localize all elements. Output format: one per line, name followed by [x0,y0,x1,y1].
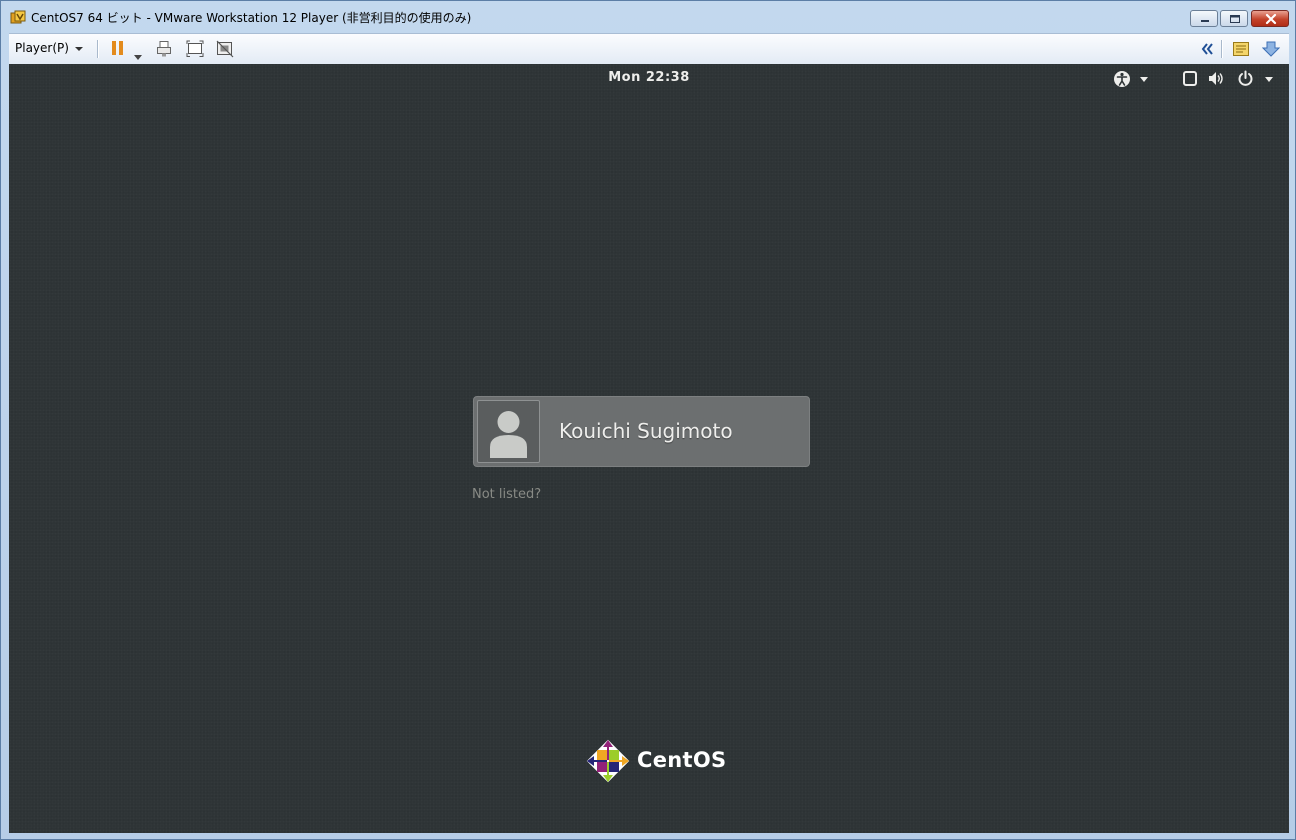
guest-screen[interactable]: Mon 22:38 Kouichi Sugimoto Not listed? C… [9,64,1289,833]
toolbar-separator [97,40,98,58]
maximize-icon [1230,15,1240,23]
window-icon [1183,71,1197,86]
vmware-player-icon [10,10,26,26]
collapse-toolbar-button[interactable] [1201,41,1215,60]
pause-icon [112,41,123,55]
centos-logo-icon [586,739,630,783]
download-arrow-icon [1261,41,1281,57]
send-ctrl-alt-del-button[interactable] [156,40,174,62]
close-button[interactable] [1251,10,1289,27]
player-toolbar: Player(P) [9,33,1289,65]
accessibility-chevron-down-icon [1140,77,1148,82]
accessibility-menu[interactable] [1113,70,1131,92]
power-icon [1238,70,1253,86]
minimize-icon [1201,20,1209,22]
unity-button[interactable] [216,40,234,62]
notes-button[interactable] [1232,40,1250,62]
clock[interactable]: Mon 22:38 [9,70,1289,85]
fit-guest-button[interactable] [186,40,204,62]
collapse-double-chevron-icon [1201,43,1213,55]
volume-indicator[interactable] [1208,71,1225,90]
player-menu[interactable]: Player(P) [15,41,83,55]
chevron-down-icon [134,55,142,60]
gnome-top-bar: Mon 22:38 [9,64,1289,92]
notes-icon [1233,42,1249,56]
brand-name: CentOS [637,748,727,772]
user-name: Kouichi Sugimoto [559,419,733,443]
not-listed-link[interactable]: Not listed? [472,487,541,502]
send-ctrl-alt-del-icon [157,41,171,57]
unity-icon [216,40,234,58]
pause-button[interactable] [110,40,126,60]
window-indicator[interactable] [1183,71,1197,90]
user-list-item[interactable]: Kouichi Sugimoto [473,396,810,467]
vmware-player-window: CentOS7 64 ビット - VMware Workstation 12 P… [0,0,1296,840]
minimize-button[interactable] [1190,10,1218,27]
player-menu-label: Player(P) [15,41,69,55]
chevron-down-icon [74,46,83,51]
download-button[interactable] [1261,40,1281,62]
toolbar-separator [1221,40,1222,58]
volume-icon [1209,72,1223,85]
power-chevron-down-icon [1265,77,1273,82]
pause-menu-dropdown[interactable] [134,46,143,65]
centos-brand: CentOS [585,738,745,784]
accessibility-icon [1114,71,1130,87]
avatar [477,400,540,463]
maximize-button[interactable] [1220,10,1248,27]
default-user-avatar-icon [490,411,527,458]
fit-guest-icon [186,40,204,57]
window-title: CentOS7 64 ビット - VMware Workstation 12 P… [31,11,472,25]
close-icon [1265,13,1277,25]
title-bar[interactable]: CentOS7 64 ビット - VMware Workstation 12 P… [1,1,1295,33]
power-menu[interactable] [1237,70,1254,91]
